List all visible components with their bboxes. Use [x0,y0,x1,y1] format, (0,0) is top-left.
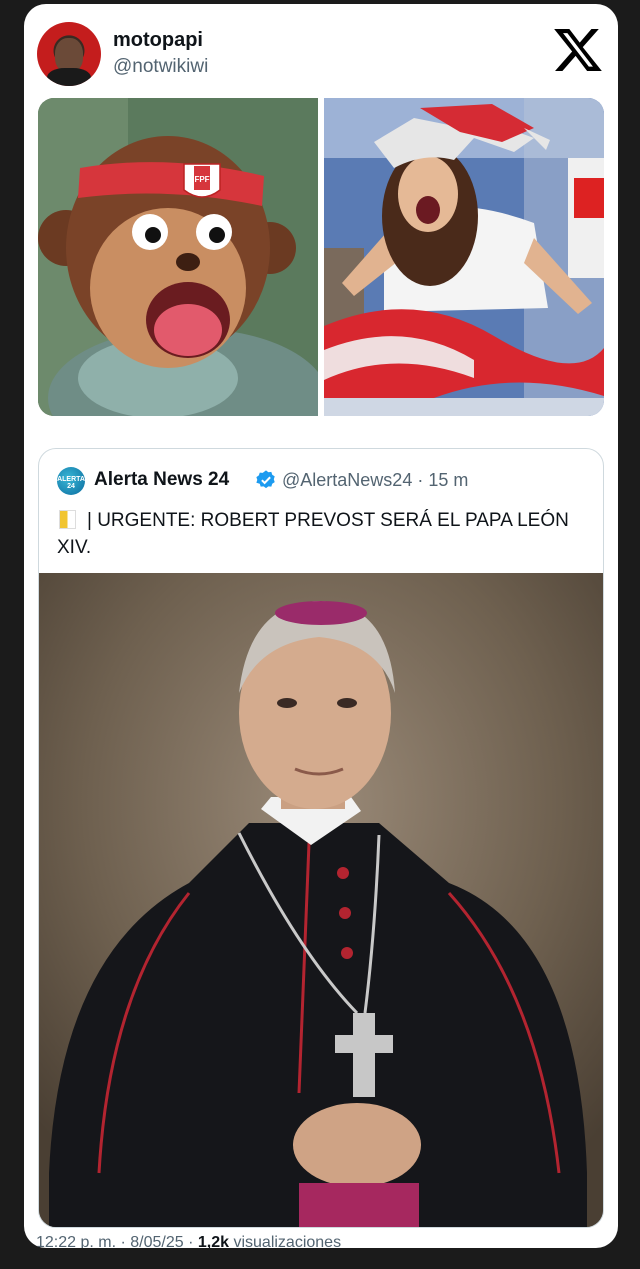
quoted-tweet[interactable]: ALERTA 24 Alerta News 24 @AlertaNews24 ·… [38,448,604,1228]
quoted-photo-portrait[interactable] [39,573,603,1227]
tweet-card: motopapi @notwikiwi FPF ALERTA 24 Alerta… [24,4,618,1248]
quoted-tweet-text: | URGENTE: ROBERT PREVOST SERÁ EL PAPA L… [57,510,569,558]
quoted-handle-time[interactable]: @AlertaNews24 · 15 m [282,470,468,491]
media-image-reporter[interactable] [324,98,604,416]
media-image-monkey[interactable]: FPF [38,98,318,416]
fpf-badge-text: FPF [194,175,209,184]
verified-badge-icon [256,470,275,489]
tweet-timestamp[interactable]: 12:22 p. m. · 8/05/25 · 1,2k visualizaci… [36,1234,341,1248]
user-handle[interactable]: @notwikiwi [113,56,208,78]
avatar[interactable] [37,22,101,86]
reporter-celebrating-image [324,98,604,416]
tweet-header: motopapi @notwikiwi [24,4,618,100]
quoted-display-name[interactable]: Alerta News 24 [94,469,229,491]
monkey-puppet-image: FPF [38,98,318,416]
alerta-news-logo-icon[interactable]: ALERTA 24 [57,467,85,495]
views-count: 1,2k [197,1234,230,1248]
x-logo-icon [554,28,602,72]
display-name[interactable]: motopapi [113,29,203,52]
portrait-image [39,573,603,1227]
